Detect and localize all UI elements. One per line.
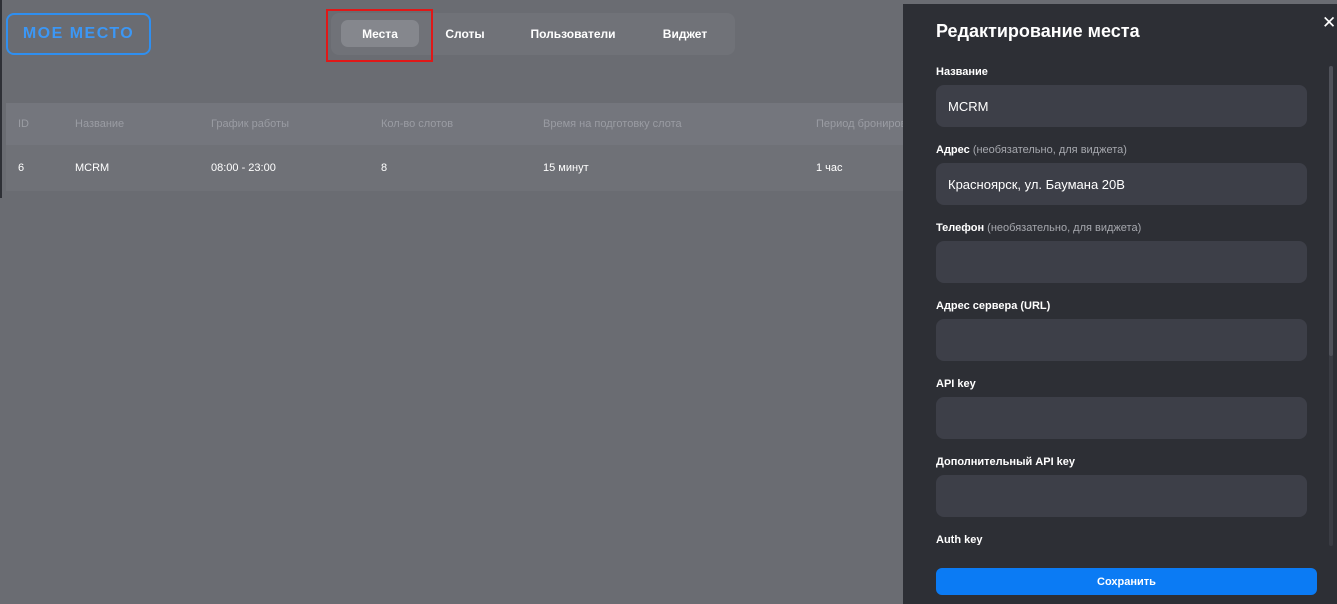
phone-input[interactable] bbox=[936, 241, 1307, 283]
header-prep-time[interactable]: Время на подготовку слота bbox=[543, 103, 682, 145]
cell-schedule: 08:00 - 23:00 bbox=[211, 162, 276, 174]
field-label: Auth key bbox=[936, 534, 1307, 545]
edit-form: Название MCRM Адрес (необязательно, для … bbox=[903, 64, 1323, 545]
field-label: Телефон (необязательно, для виджета) bbox=[936, 222, 1307, 238]
field-phone: Телефон (необязательно, для виджета) bbox=[936, 222, 1307, 283]
field-label-text: Телефон bbox=[936, 222, 985, 234]
close-icon[interactable]: ✕ bbox=[1322, 13, 1336, 33]
cell-prep-time: 15 минут bbox=[543, 162, 589, 174]
highlight-box bbox=[326, 9, 433, 62]
field-label-text: Название bbox=[936, 66, 988, 78]
logo[interactable]: МОЕ МЕСТО bbox=[6, 13, 151, 55]
scrollbar-thumb[interactable] bbox=[1329, 66, 1333, 356]
places-table: ID Название График работы Кол-во слотов … bbox=[6, 103, 906, 191]
cell-booking-period: 1 час bbox=[816, 162, 843, 174]
name-input[interactable]: MCRM bbox=[936, 85, 1307, 127]
field-label: Адрес сервера (URL) bbox=[936, 300, 1307, 316]
field-label-text: Дополнительный API key bbox=[936, 456, 1076, 468]
field-label-text: API key bbox=[936, 378, 976, 390]
table-row[interactable]: 6 MCRM 08:00 - 23:00 8 15 минут 1 час bbox=[6, 145, 904, 191]
header-booking-period[interactable]: Период брониров bbox=[816, 103, 906, 145]
cell-id: 6 bbox=[18, 162, 25, 174]
field-label-text: Адрес bbox=[936, 144, 970, 156]
field-auth-key: Auth key bbox=[936, 534, 1307, 545]
field-label: Дополнительный API key bbox=[936, 456, 1307, 472]
extra-api-key-input[interactable] bbox=[936, 475, 1307, 517]
field-hint: (необязательно, для виджета) bbox=[987, 222, 1142, 234]
nav-tab-users[interactable]: Пользователи bbox=[519, 20, 627, 47]
field-label-text: Адрес сервера (URL) bbox=[936, 300, 1051, 312]
field-name: Название MCRM bbox=[936, 66, 1307, 127]
left-edge bbox=[0, 0, 2, 198]
edit-place-panel: Редактирование места ✕ Название MCRM Адр… bbox=[903, 4, 1337, 604]
address-input[interactable]: Красноярск, ул. Баумана 20В bbox=[936, 163, 1307, 205]
api-key-input[interactable] bbox=[936, 397, 1307, 439]
field-label-text: Auth key bbox=[936, 534, 983, 545]
field-label: Адрес (необязательно, для виджета) bbox=[936, 144, 1307, 160]
header-slots-count[interactable]: Кол-во слотов bbox=[381, 103, 453, 145]
header-name[interactable]: Название bbox=[75, 103, 124, 145]
panel-title: Редактирование места bbox=[936, 21, 1140, 41]
nav-tab-widget[interactable]: Виджет bbox=[644, 20, 726, 47]
field-hint: (необязательно, для виджета) bbox=[972, 144, 1127, 156]
cell-name: MCRM bbox=[75, 162, 110, 174]
header-id[interactable]: ID bbox=[18, 103, 29, 145]
server-url-input[interactable] bbox=[936, 319, 1307, 361]
nav-tab-slots[interactable]: Слоты bbox=[426, 20, 504, 47]
header-schedule[interactable]: График работы bbox=[211, 103, 289, 145]
field-address: Адрес (необязательно, для виджета) Красн… bbox=[936, 144, 1307, 205]
field-extra-api-key: Дополнительный API key bbox=[936, 456, 1307, 517]
field-server-url: Адрес сервера (URL) bbox=[936, 300, 1307, 361]
field-label: API key bbox=[936, 378, 1307, 394]
cell-slots-count: 8 bbox=[381, 162, 388, 174]
save-button[interactable]: Сохранить bbox=[936, 568, 1317, 595]
field-api-key: API key bbox=[936, 378, 1307, 439]
field-label: Название bbox=[936, 66, 1307, 82]
table-header: ID Название График работы Кол-во слотов … bbox=[6, 103, 906, 145]
